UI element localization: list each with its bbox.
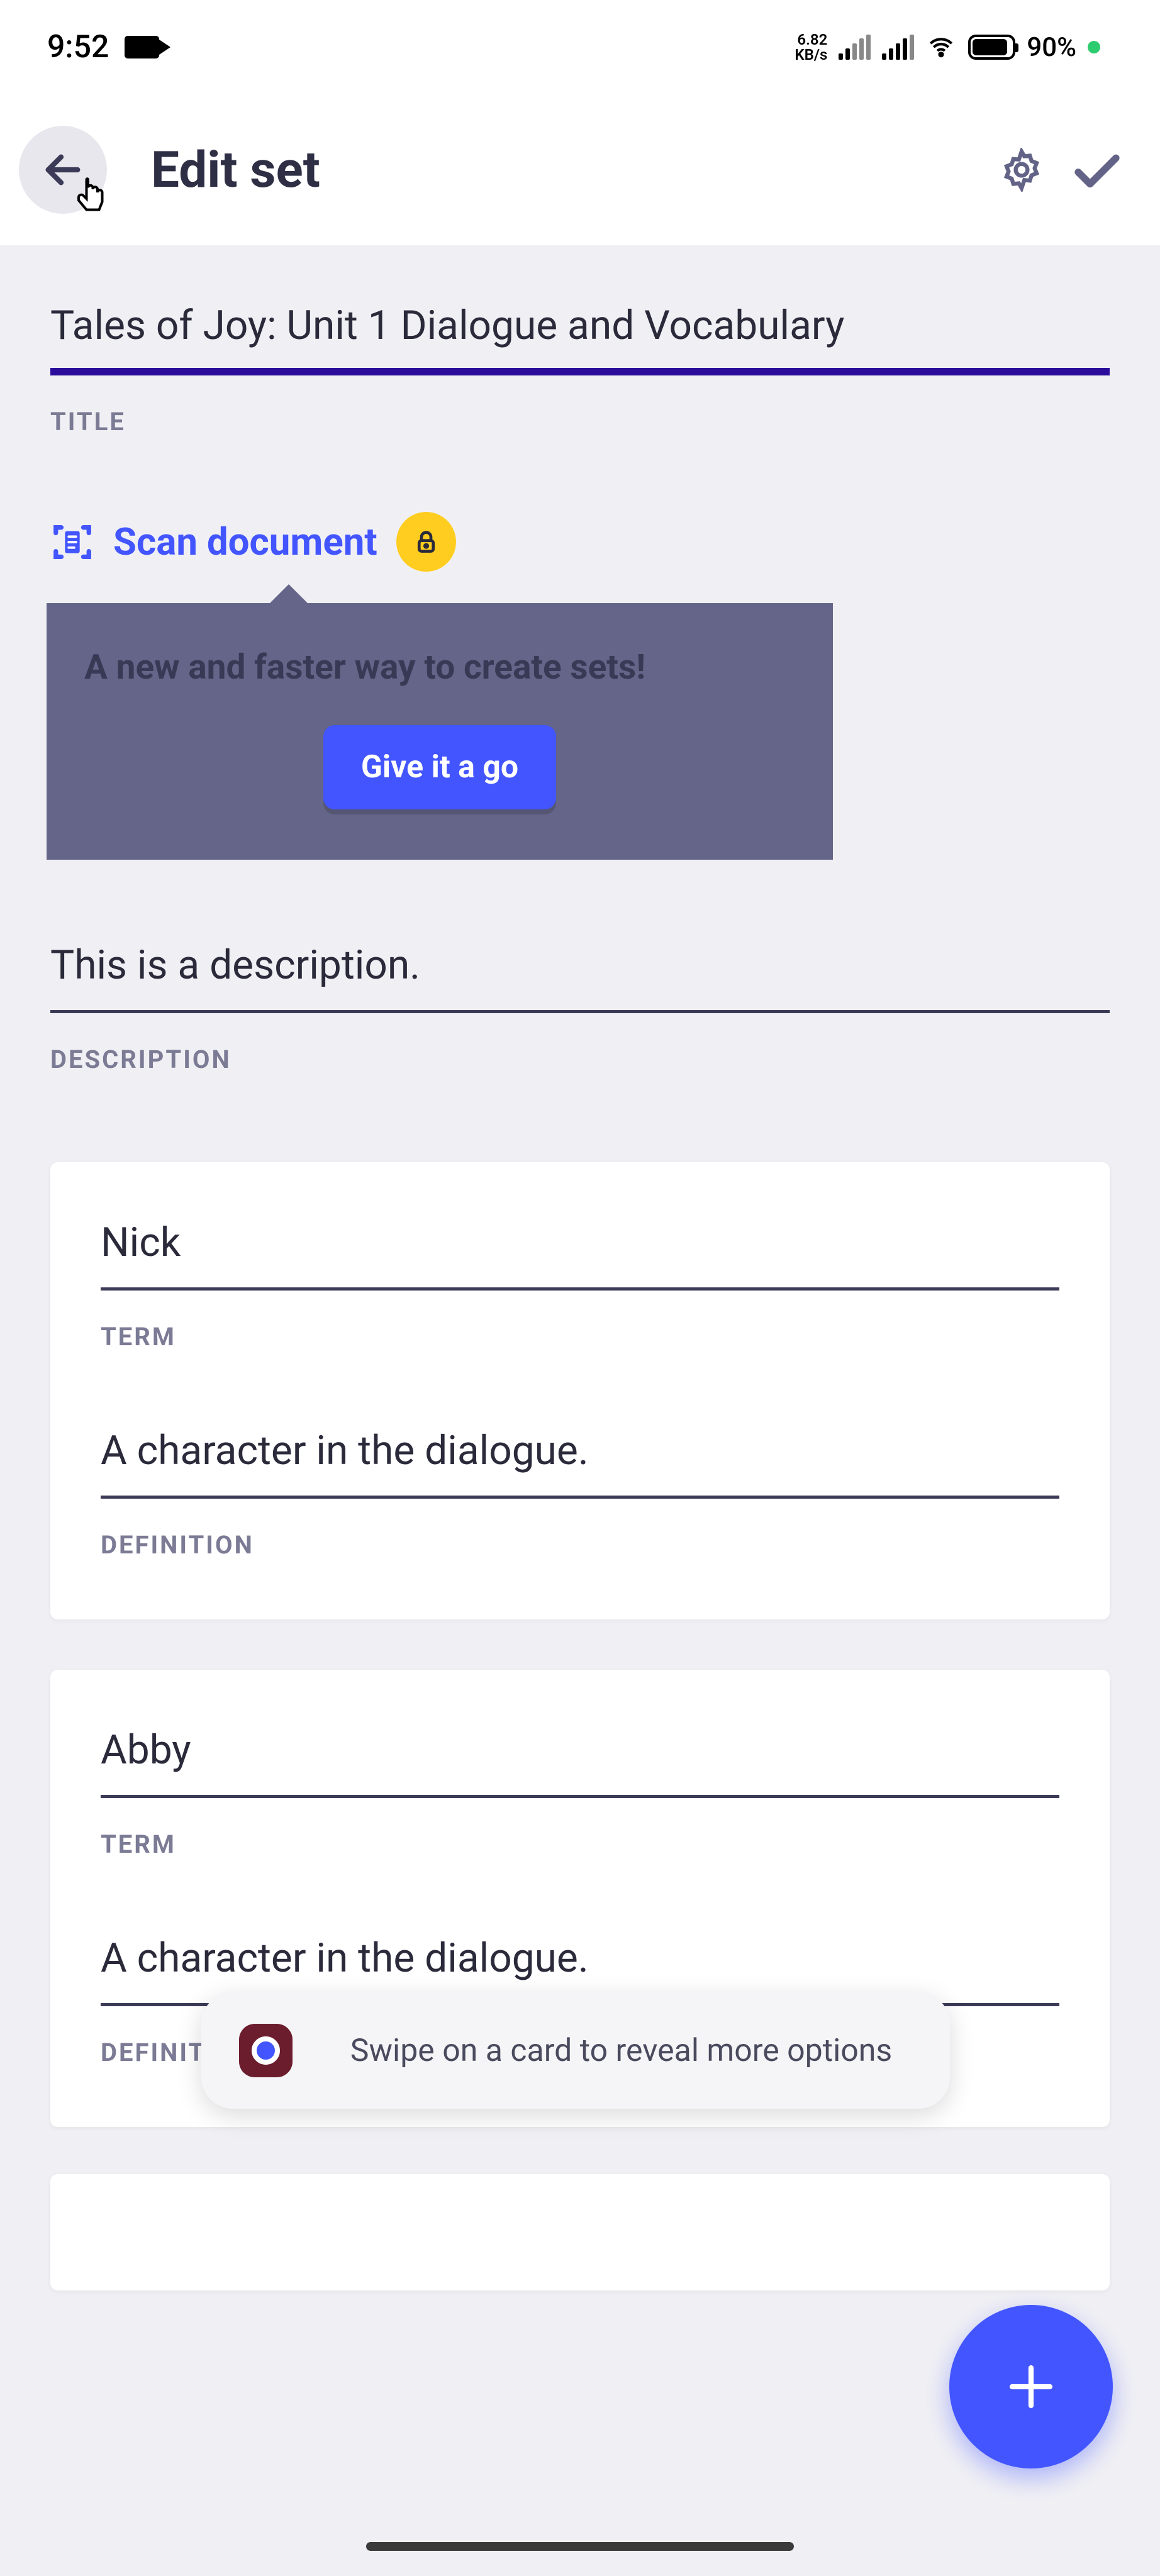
checkmark-icon: [1069, 142, 1125, 198]
term-label: TERM: [101, 1322, 1059, 1352]
status-bar: 9:52 6.82 KB/s: [0, 0, 1160, 94]
give-it-a-go-button[interactable]: Give it a go: [323, 725, 556, 809]
camera-recording-icon: [125, 36, 159, 58]
definition-label: DEFINITION: [101, 1530, 1059, 1560]
settings-button[interactable]: [990, 138, 1053, 201]
plus-icon: [1003, 2358, 1059, 2415]
signal-bars-1-icon: [839, 35, 871, 60]
navigation-pill[interactable]: [366, 2542, 794, 2551]
scan-document-icon: [50, 520, 94, 564]
done-button[interactable]: [1066, 138, 1129, 201]
body: Tales of Joy: Unit 1 Dialogue and Vocabu…: [0, 245, 1160, 2576]
definition-input[interactable]: A character in the dialogue.: [101, 1427, 1059, 1499]
status-network-speed: 6.82 KB/s: [795, 32, 827, 62]
term-card[interactable]: Nick TERM A character in the dialogue. D…: [50, 1162, 1110, 1619]
scan-document-label: Scan document: [113, 519, 377, 564]
toast-app-icon: [239, 2024, 293, 2077]
battery-icon: [968, 35, 1015, 60]
cursor-pointer-icon: [69, 174, 113, 230]
lock-icon: [412, 528, 440, 556]
toast-text: Swipe on a card to reveal more options: [330, 2029, 912, 2073]
description-input[interactable]: This is a description.: [50, 941, 1110, 1013]
signal-bars-2-icon: [882, 35, 914, 60]
add-card-fab[interactable]: [949, 2305, 1113, 2468]
title-input[interactable]: Tales of Joy: Unit 1 Dialogue and Vocabu…: [50, 302, 1110, 375]
premium-lock-badge: [396, 512, 456, 572]
scan-tooltip: A new and faster way to create sets! Giv…: [47, 603, 833, 860]
page-title: Edit set: [151, 140, 978, 199]
status-left: 9:52: [47, 29, 159, 65]
term-input[interactable]: Nick: [101, 1219, 1059, 1291]
term-card[interactable]: [50, 2174, 1110, 2290]
wifi-icon: [925, 35, 957, 60]
app-header: Edit set: [0, 94, 1160, 245]
tooltip-text: A new and faster way to create sets!: [84, 647, 795, 687]
term-input[interactable]: Abby: [101, 1726, 1059, 1798]
status-time: 9:52: [47, 29, 109, 65]
title-label: TITLE: [50, 407, 1110, 436]
status-right: 6.82 KB/s 90%: [795, 32, 1100, 63]
scan-document-button[interactable]: Scan document: [50, 512, 1110, 572]
battery-percentage: 90%: [1027, 32, 1076, 63]
swipe-hint-toast[interactable]: Swipe on a card to reveal more options: [201, 1992, 950, 2109]
gear-icon: [1000, 148, 1044, 192]
recording-indicator-icon: [1088, 41, 1100, 53]
term-label: TERM: [101, 1829, 1059, 1859]
back-button[interactable]: [19, 126, 107, 214]
description-label: DESCRIPTION: [50, 1045, 1110, 1074]
